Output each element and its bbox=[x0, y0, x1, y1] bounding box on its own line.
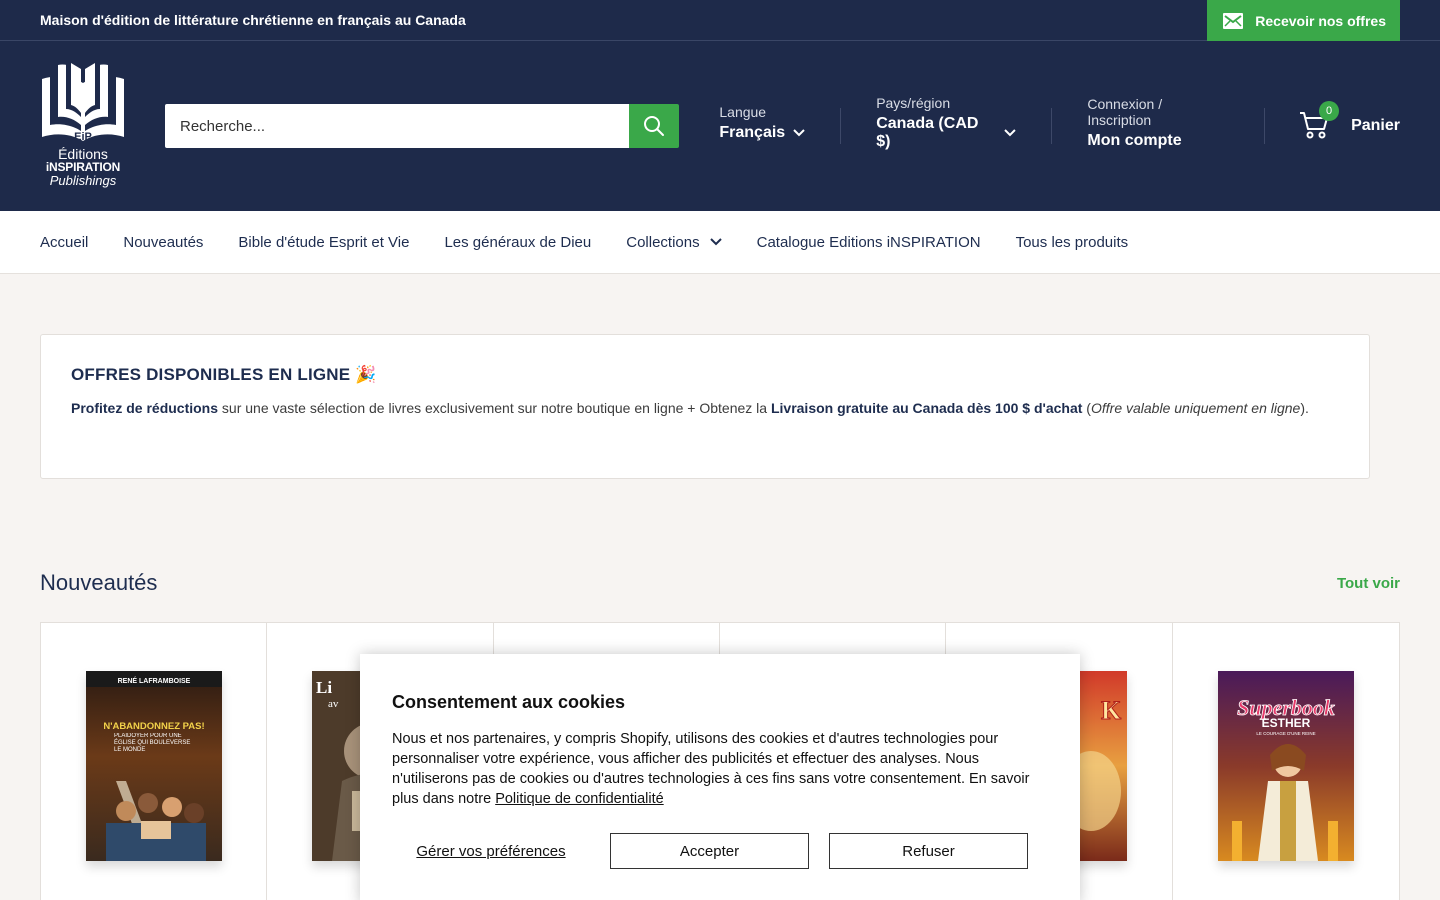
cart-label: Panier bbox=[1351, 117, 1400, 134]
book-title-fragment: Li bbox=[316, 678, 332, 697]
new-releases-header: Nouveautés Tout voir bbox=[40, 570, 1400, 596]
nav-item-catalogue[interactable]: Catalogue Editions iNSPIRATION bbox=[757, 234, 981, 251]
offer-text: Profitez de réductions sur une vaste sél… bbox=[71, 395, 1339, 421]
book-title: ESTHER bbox=[1261, 716, 1310, 730]
search-icon bbox=[644, 116, 665, 136]
book-logo-icon: EiP bbox=[42, 61, 124, 143]
cookie-title: Consentement aux cookies bbox=[392, 692, 626, 712]
offer-text-1: sur une vaste sélection de livres exclus… bbox=[218, 400, 771, 416]
nav-item-nouveautes[interactable]: Nouveautés bbox=[123, 234, 203, 251]
product-card[interactable]: Superbook ESTHER LE COURAGE D'UNE REINE bbox=[1173, 623, 1399, 900]
section-title: Nouveautés bbox=[40, 570, 158, 595]
offer-title: OFFRES DISPONIBLES EN LIGNE 🎉 bbox=[71, 365, 377, 384]
offer-text-3: ). bbox=[1300, 400, 1309, 416]
country-value: Canada (CAD $) bbox=[876, 115, 979, 150]
offer-bold-1: Profitez de réductions bbox=[71, 400, 219, 416]
search-button[interactable] bbox=[629, 104, 680, 148]
cookie-consent-dialog: Consentement aux cookies Nous et nos par… bbox=[360, 654, 1080, 900]
online-offers-banner: OFFRES DISPONIBLES EN LIGNE 🎉 Profitez d… bbox=[40, 334, 1370, 479]
nav-item-collections-label: Collections bbox=[626, 233, 700, 251]
cookie-description: Nous et nos partenaires, y compris Shopi… bbox=[392, 731, 1030, 807]
accept-cookies-button[interactable]: Accepter bbox=[610, 833, 809, 869]
book-cover-image: RENÉ LAFRAMBOISE N'ABANDONNEZ PAS! PLAID… bbox=[86, 671, 222, 861]
logo-line-1: Éditions bbox=[58, 146, 108, 162]
newsletter-button[interactable]: Recevoir nos offres bbox=[1207, 0, 1400, 41]
announcement-text: Maison d'édition de littérature chrétien… bbox=[40, 12, 466, 28]
country-selector[interactable]: Pays/région Canada (CAD $) bbox=[841, 95, 1053, 150]
book-subtitle: LE COURAGE D'UNE REINE bbox=[1256, 731, 1315, 736]
language-selector[interactable]: Langue Français bbox=[679, 104, 842, 144]
manage-preferences-link[interactable]: Gérer vos préférences bbox=[392, 843, 590, 860]
language-label: Langue bbox=[719, 104, 767, 120]
nav-item-accueil[interactable]: Accueil bbox=[40, 234, 88, 251]
product-card[interactable]: RENÉ LAFRAMBOISE N'ABANDONNEZ PAS! PLAID… bbox=[41, 623, 268, 900]
nav-item-bible-etude[interactable]: Bible d'étude Esprit et Vie bbox=[238, 234, 409, 251]
newsletter-button-label: Recevoir nos offres bbox=[1255, 12, 1386, 29]
site-logo[interactable]: EiP Éditions iNSPIRATION Publishings bbox=[40, 61, 126, 191]
see-all-link[interactable]: Tout voir bbox=[1337, 575, 1400, 592]
offer-italic: Offre valable uniquement en ligne bbox=[1090, 400, 1301, 416]
book-cover-image: Superbook ESTHER LE COURAGE D'UNE REINE bbox=[1217, 671, 1354, 861]
search-bar bbox=[165, 104, 680, 148]
country-label: Pays/région bbox=[876, 95, 951, 111]
site-header: EiP Éditions iNSPIRATION Publishings Lan… bbox=[0, 41, 1440, 211]
product-cover[interactable]: RENÉ LAFRAMBOISE N'ABANDONNEZ PAS! PLAID… bbox=[86, 671, 222, 861]
book-subtitle: PLAIDOYER POUR UNE ÉGLISE QUI BOULEVERSE… bbox=[114, 733, 191, 753]
language-value: Français bbox=[719, 124, 786, 141]
product-cover[interactable]: Superbook ESTHER LE COURAGE D'UNE REINE bbox=[1217, 671, 1354, 861]
chevron-down-icon bbox=[709, 238, 722, 246]
offer-text-2: ( bbox=[1082, 400, 1091, 416]
chevron-down-icon bbox=[793, 129, 805, 137]
cookie-text: Nous et nos partenaires, y compris Shopi… bbox=[392, 729, 1048, 809]
privacy-policy-link[interactable]: Politique de confidentialité bbox=[495, 791, 663, 807]
book-title: N'ABANDONNEZ PAS! bbox=[103, 721, 204, 732]
cookie-actions: Gérer vos préférences Accepter Refuser bbox=[392, 833, 1048, 869]
offer-bold-2: Livraison gratuite au Canada dès 100 $ d… bbox=[770, 400, 1083, 416]
nav-item-generaux-de-dieu[interactable]: Les généraux de Dieu bbox=[444, 234, 591, 251]
account-label: Connexion / Inscription bbox=[1087, 96, 1163, 128]
cart-button[interactable]: 0 Panier bbox=[1299, 101, 1400, 141]
main-navigation: Accueil Nouveautés Bible d'étude Esprit … bbox=[0, 211, 1440, 274]
logo-mark: EiP bbox=[74, 131, 92, 143]
nav-item-tous-les-produits[interactable]: Tous les produits bbox=[1016, 234, 1129, 251]
mail-icon bbox=[1223, 12, 1244, 29]
book-author: RENÉ LAFRAMBOISE bbox=[118, 676, 191, 685]
account-value: Mon compte bbox=[1087, 132, 1182, 149]
search-input[interactable] bbox=[165, 104, 630, 148]
book-title-fragment: K bbox=[1101, 696, 1122, 725]
chevron-down-icon bbox=[1004, 129, 1017, 137]
account-link[interactable]: Connexion / Inscription Mon compte bbox=[1052, 96, 1266, 149]
nav-item-collections[interactable]: Collections bbox=[626, 233, 722, 251]
cart-count-badge: 0 bbox=[1319, 101, 1340, 121]
announcement-bar: Maison d'édition de littérature chrétien… bbox=[0, 0, 1440, 41]
book-title-fragment-2: av bbox=[328, 698, 339, 710]
refuse-cookies-button[interactable]: Refuser bbox=[829, 833, 1028, 869]
logo-line-3: Publishings bbox=[49, 173, 117, 188]
